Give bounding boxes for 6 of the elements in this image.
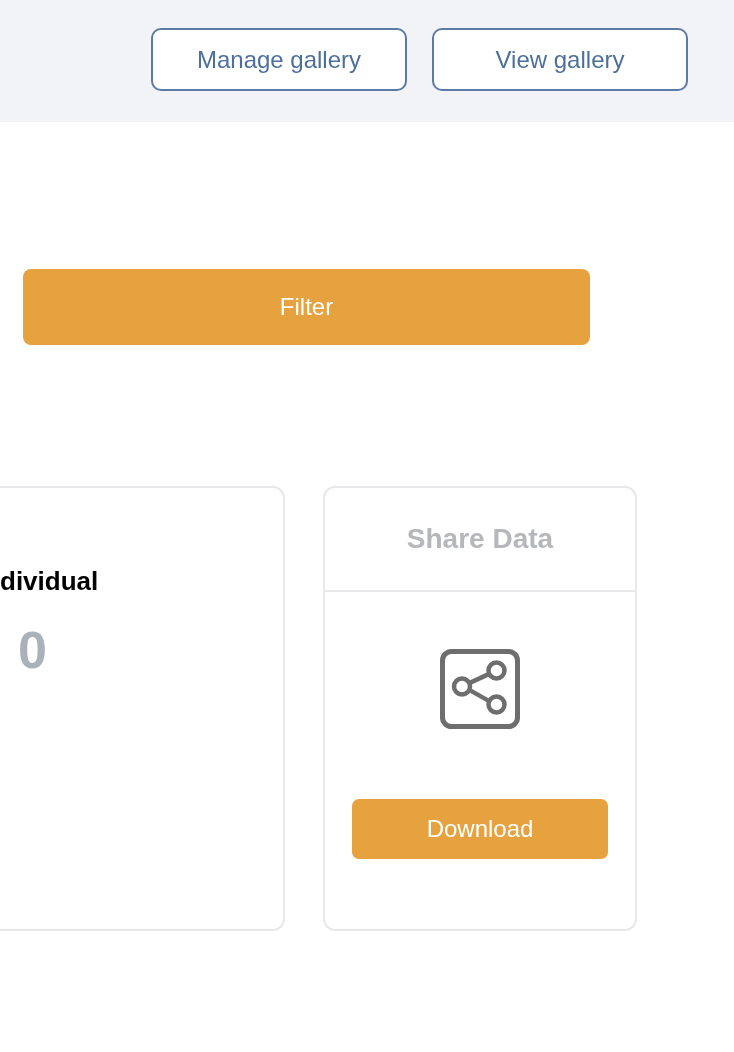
- share-icon: [440, 649, 520, 729]
- stat-value: 0: [18, 622, 47, 678]
- card-title: Share Data: [406, 523, 554, 555]
- card-title: dividual: [0, 566, 99, 596]
- gallery-button[interactable]: View gallery: [432, 28, 688, 91]
- gallery-button[interactable]: Manage gallery: [151, 28, 407, 91]
